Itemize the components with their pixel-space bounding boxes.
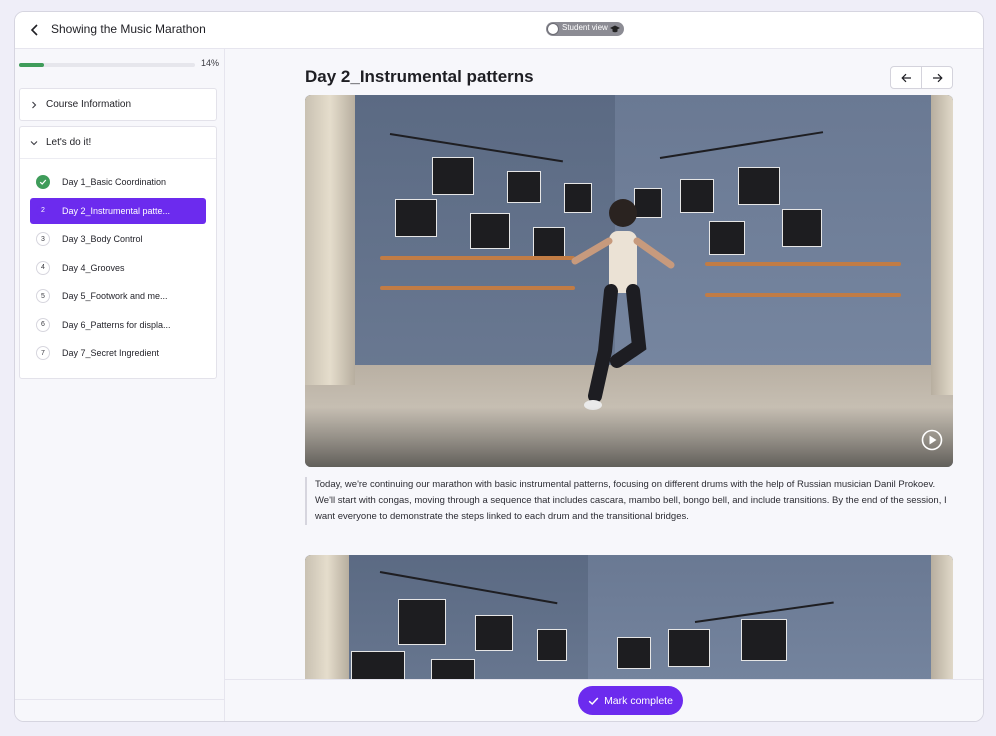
video-frame-photo [507, 171, 541, 203]
lesson-label: Day 3_Body Control [62, 234, 143, 244]
video-frame-pillar [305, 95, 355, 385]
video-frame-photo [617, 637, 651, 669]
section-label: Let's do it! [46, 137, 92, 148]
play-icon[interactable] [921, 429, 943, 451]
video-frame-photo [741, 619, 787, 661]
student-view-label: Student view [562, 23, 608, 32]
lesson-number: 6 [36, 317, 50, 332]
lesson-number: 4 [36, 260, 50, 275]
video-frame-photo [782, 209, 822, 247]
lesson-label: Day 1_Basic Coordination [62, 177, 167, 187]
arrow-right-icon [932, 73, 943, 82]
lesson-label: Day 7_Secret Ingredient [62, 348, 160, 358]
lesson-label: Day 6_Patterns for displa... [62, 319, 171, 330]
section-course-information[interactable]: Course Information [19, 88, 217, 121]
check-icon [36, 175, 50, 189]
video-frame-photo [432, 157, 474, 195]
video-frame-pillar [931, 95, 953, 395]
course-title: Showing the Music Marathon [51, 22, 206, 36]
lesson-label: Day 4_Grooves [62, 262, 125, 273]
back-button[interactable] [25, 20, 45, 40]
lesson-label: Day 5_Footwork and me... [62, 291, 168, 301]
student-view-toggle[interactable]: Student view [546, 22, 624, 36]
toggle-knob [547, 23, 559, 35]
lesson-description: Today, we're continuing our marathon wit… [305, 477, 953, 525]
lesson-item-day-5[interactable]: 5 Day 5_Footwork and me... [30, 283, 206, 309]
lesson-item-day-6[interactable]: 6 Day 6_Patterns for displa... [30, 312, 206, 338]
video-frame-photo [398, 599, 446, 645]
video-frame-barre [705, 262, 901, 266]
back-arrow-icon [30, 24, 38, 36]
video-frame-photo [738, 167, 780, 205]
section-label: Course Information [46, 99, 132, 110]
lesson-video-player[interactable] [305, 95, 953, 467]
lesson-number: 5 [36, 289, 50, 303]
video-gradient [305, 407, 953, 467]
lesson-list: Day 1_Basic Coordination 2 Day 2_Instrum… [20, 158, 216, 366]
lesson-title: Day 2_Instrumental patterns [305, 67, 534, 86]
lesson-number: 2 [36, 203, 50, 218]
lesson-number: 7 [36, 346, 50, 360]
progress-percent: 14% [201, 58, 220, 68]
lesson-item-day-7[interactable]: 7 Day 7_Secret Ingredient [30, 340, 206, 366]
sidebar: 14% Course Information Let's do it! Day … [15, 49, 225, 721]
app-window: Showing the Music Marathon Student view … [14, 11, 984, 722]
video-frame-barre [705, 293, 901, 297]
lesson-nav [890, 66, 953, 89]
previous-lesson-button[interactable] [891, 67, 921, 88]
lesson-number: 3 [36, 232, 50, 246]
lesson-item-day-4[interactable]: 4 Day 4_Grooves [30, 255, 206, 281]
section-lets-do-it: Let's do it! Day 1_Basic Coordination 2 … [19, 126, 217, 379]
graduation-cap-icon [610, 25, 620, 33]
lesson-label: Day 2_Instrumental patte... [62, 205, 171, 216]
progress-fill [19, 63, 44, 67]
video-frame-photo [395, 199, 437, 237]
lesson-item-day-3[interactable]: 3 Day 3_Body Control [30, 226, 206, 252]
progress-bar [19, 63, 195, 67]
mark-complete-button[interactable]: Mark complete [578, 686, 683, 715]
next-lesson-button[interactable] [921, 67, 952, 88]
lesson-item-day-1[interactable]: Day 1_Basic Coordination [30, 169, 206, 195]
video-frame-photo [709, 221, 745, 255]
video-frame-dancer [571, 199, 675, 410]
lesson-item-day-2[interactable]: 2 Day 2_Instrumental patte... [30, 197, 206, 224]
video-frame-photo [475, 615, 513, 651]
sidebar-footer-divider [15, 699, 224, 700]
video-frame-photo [668, 629, 710, 667]
chevron-right-icon [30, 101, 42, 109]
top-bar: Showing the Music Marathon Student view [15, 12, 983, 49]
main-content: Day 2_Instrumental patterns Today, we're… [225, 49, 983, 721]
video-frame-photo [680, 179, 714, 213]
video-frame-barre [380, 256, 575, 260]
footer-bar: Mark complete [225, 679, 983, 721]
video-frame-photo [470, 213, 510, 249]
video-frame-photo [537, 629, 567, 661]
check-icon [588, 696, 599, 705]
video-frame-photo [533, 227, 565, 257]
arrow-left-icon [900, 73, 911, 82]
section-header[interactable]: Course Information [20, 89, 216, 120]
chevron-down-icon [30, 139, 42, 147]
section-header[interactable]: Let's do it! [20, 127, 216, 158]
mark-complete-label: Mark complete [604, 694, 673, 707]
video-frame-barre [380, 286, 575, 290]
